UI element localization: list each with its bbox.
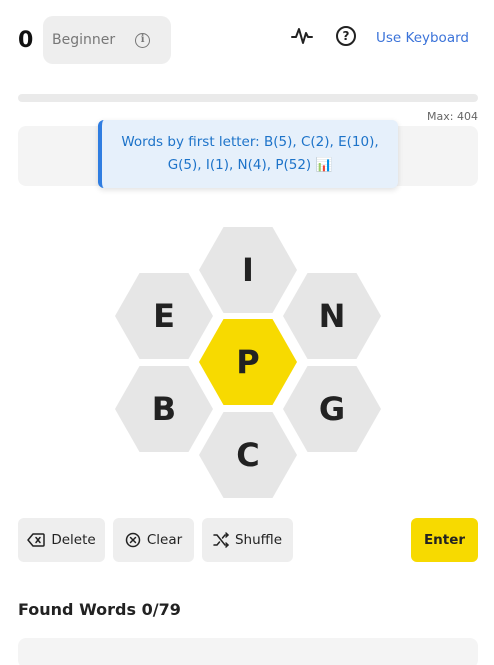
- hex-letter-bottom[interactable]: C: [199, 412, 297, 498]
- max-score-label: Max: 404: [427, 110, 478, 123]
- hex-letter-top[interactable]: I: [199, 227, 297, 313]
- hex-letter-lower-right[interactable]: G: [283, 366, 381, 452]
- help-icon[interactable]: ?: [336, 26, 356, 46]
- first-letter-tooltip: Words by first letter: B(5), C(2), E(10)…: [98, 120, 398, 188]
- hex-letter-lower-left[interactable]: B: [115, 366, 213, 452]
- backspace-icon: [27, 533, 46, 547]
- delete-button[interactable]: Delete: [18, 518, 105, 562]
- progress-bar: [18, 94, 478, 102]
- delete-label: Delete: [51, 532, 96, 548]
- hex-letter-upper-right[interactable]: N: [283, 273, 381, 359]
- shuffle-label: Shuffle: [234, 532, 283, 548]
- score-value: 0: [18, 28, 34, 53]
- hex-letter-center[interactable]: P: [199, 319, 297, 405]
- rank-label: Beginner: [52, 32, 116, 48]
- clear-circle-icon: [125, 532, 141, 548]
- clear-button[interactable]: Clear: [113, 518, 194, 562]
- enter-button[interactable]: Enter: [411, 518, 478, 562]
- clear-label: Clear: [146, 532, 183, 548]
- use-keyboard-link[interactable]: Use Keyboard: [376, 30, 469, 46]
- found-words-title: Found Words 0/79: [18, 600, 181, 619]
- found-words-list[interactable]: [18, 638, 478, 665]
- activity-icon[interactable]: [290, 24, 314, 48]
- info-icon[interactable]: i: [135, 32, 151, 48]
- hex-letter-upper-left[interactable]: E: [115, 273, 213, 359]
- shuffle-icon: [213, 532, 229, 548]
- shuffle-button[interactable]: Shuffle: [202, 518, 293, 562]
- tooltip-text: Words by first letter: B(5), C(2), E(10)…: [121, 134, 379, 173]
- rank-pill[interactable]: Beginner i: [43, 16, 171, 64]
